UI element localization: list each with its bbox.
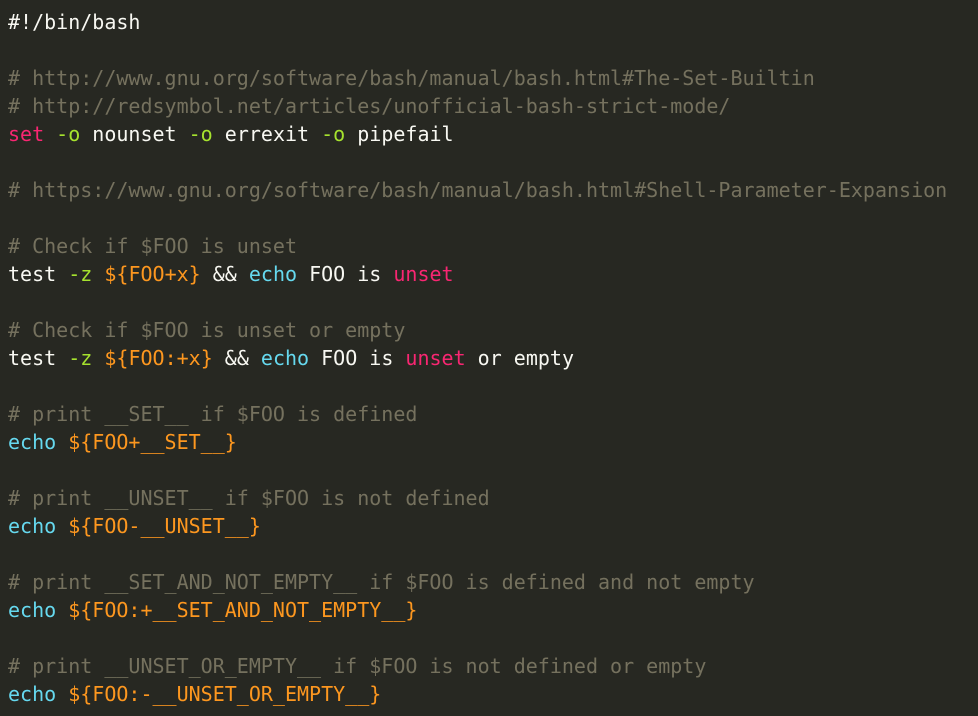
code-line: # https://www.gnu.org/software/bash/manu… xyxy=(8,176,978,204)
code-token-plain: && xyxy=(212,346,261,370)
code-line: echo ${FOO-__UNSET__} xyxy=(8,512,978,540)
code-token-keyword: unset xyxy=(405,346,466,370)
code-line: # Check if $FOO is unset xyxy=(8,232,978,260)
code-token-comment: # http://www.gnu.org/software/bash/manua… xyxy=(8,66,815,90)
code-token-flag: -o xyxy=(56,122,81,146)
code-token-var: ${FOO:+__SET_AND_NOT_EMPTY__} xyxy=(68,598,418,622)
code-token-keyword: unset xyxy=(393,262,454,286)
code-token-comment: # print __SET__ if $FOO is defined xyxy=(8,402,418,426)
code-token-var: ${FOO-__UNSET__} xyxy=(68,514,261,538)
code-token-plain: #!/bin/bash xyxy=(8,10,141,34)
code-token-flag: -o xyxy=(321,122,346,146)
code-token-plain: pipefail xyxy=(345,122,454,146)
code-token-plain: test xyxy=(8,262,69,286)
code-line: # http://www.gnu.org/software/bash/manua… xyxy=(8,64,978,92)
code-line: # print __UNSET__ if $FOO is not defined xyxy=(8,484,978,512)
code-token-comment: # print __UNSET_OR_EMPTY__ if $FOO is no… xyxy=(8,654,707,678)
code-line: echo ${FOO:-__UNSET_OR_EMPTY__} xyxy=(8,680,978,708)
code-token-builtin: echo xyxy=(8,598,57,622)
code-line: # print __SET__ if $FOO is defined xyxy=(8,400,978,428)
code-token-comment: # http://redsymbol.net/articles/unoffici… xyxy=(8,94,731,118)
code-token-plain: nounset xyxy=(80,122,189,146)
code-line: # http://redsymbol.net/articles/unoffici… xyxy=(8,92,978,120)
code-line: set -o nounset -o errexit -o pipefail xyxy=(8,120,978,148)
code-token-comment: # Check if $FOO is unset xyxy=(8,234,297,258)
code-token-comment: # Check if $FOO is unset or empty xyxy=(8,318,406,342)
code-token-var: ${FOO:+x} xyxy=(104,346,213,370)
code-token-plain: test xyxy=(8,346,69,370)
code-token-flag: -o xyxy=(188,122,213,146)
code-line: #!/bin/bash xyxy=(8,8,978,36)
code-token-builtin: echo xyxy=(8,682,57,706)
code-token-builtin: echo xyxy=(248,262,298,286)
code-line: # print __UNSET_OR_EMPTY__ if $FOO is no… xyxy=(8,652,978,680)
code-token-plain: FOO is xyxy=(309,346,406,370)
code-token-var: ${FOO+__SET__} xyxy=(68,430,237,454)
code-token-keyword: set xyxy=(8,122,45,146)
code-token-flag: -z xyxy=(68,262,93,286)
code-token-plain: or empty xyxy=(465,346,574,370)
code-token-builtin: echo xyxy=(8,430,57,454)
code-token-comment: # print __SET_AND_NOT_EMPTY__ if $FOO is… xyxy=(8,570,755,594)
code-line: test -z ${FOO:+x} && echo FOO is unset o… xyxy=(8,344,978,372)
code-line: # print __SET_AND_NOT_EMPTY__ if $FOO is… xyxy=(8,568,978,596)
code-token-plain: errexit xyxy=(212,122,322,146)
code-token-var: ${FOO:-__UNSET_OR_EMPTY__} xyxy=(68,682,382,706)
code-token-builtin: echo xyxy=(260,346,310,370)
code-line: echo ${FOO:+__SET_AND_NOT_EMPTY__} xyxy=(8,596,978,624)
code-token-plain: && xyxy=(200,262,249,286)
code-token-var: ${FOO+x} xyxy=(104,262,201,286)
code-editor[interactable]: #!/bin/bash # http://www.gnu.org/software… xyxy=(8,8,978,708)
code-line: echo ${FOO+__SET__} xyxy=(8,428,978,456)
code-line: test -z ${FOO+x} && echo FOO is unset xyxy=(8,260,978,288)
code-token-comment: # print __UNSET__ if $FOO is not defined xyxy=(8,486,490,510)
code-line: # Check if $FOO is unset or empty xyxy=(8,316,978,344)
code-token-builtin: echo xyxy=(8,514,57,538)
code-token-plain: FOO is xyxy=(297,262,394,286)
code-token-comment: # https://www.gnu.org/software/bash/manu… xyxy=(8,178,948,202)
code-token-flag: -z xyxy=(68,346,93,370)
